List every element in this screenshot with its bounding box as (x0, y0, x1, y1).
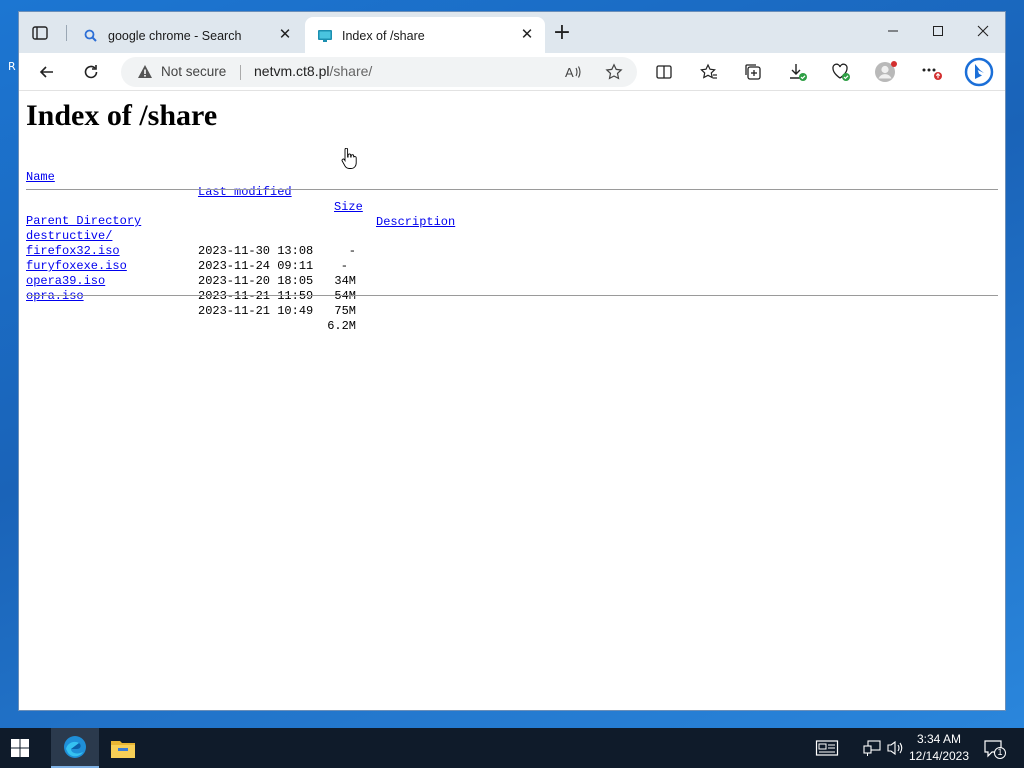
browser-toolbar: Not secure netvm.ct8.pl/share/ A (19, 53, 1005, 91)
more-options-icon[interactable] (920, 60, 944, 84)
tab-title: Index of /share (342, 29, 425, 43)
address-bar[interactable]: Not secure netvm.ct8.pl/share/ A (121, 57, 637, 87)
refresh-button[interactable] (79, 60, 103, 84)
address-divider (240, 65, 241, 80)
news-widget-icon[interactable] (815, 738, 839, 758)
clock-time: 3:34 AM (916, 732, 962, 746)
close-window-button[interactable] (961, 20, 1005, 46)
url-host: netvm.ct8.pl (254, 63, 330, 79)
tab-google-search[interactable]: google chrome - Search ✕ (71, 17, 303, 53)
file-explorer-icon[interactable] (99, 728, 147, 768)
notification-center-icon[interactable]: 1 (983, 738, 1007, 759)
table-row: furyfoxexe.iso 2023-11-20 18:05 54M (26, 244, 366, 303)
url-path: /share/ (329, 63, 373, 79)
volume-icon[interactable] (885, 738, 905, 758)
file-modified: 2023-11-21 10:49 (198, 304, 314, 318)
tab-separator (66, 25, 67, 41)
page-title: Index of /share (26, 99, 218, 132)
new-tab-button[interactable]: + (552, 22, 572, 44)
tab-title: google chrome - Search (108, 29, 242, 43)
browser-window: google chrome - Search ✕ Index of /share… (18, 11, 1006, 711)
table-row: firefox32.iso 2023-11-24 09:11 34M (26, 229, 366, 288)
table-row: destructive/ 2023-11-30 13:08 - (26, 214, 366, 273)
bing-copilot-icon[interactable] (963, 56, 995, 88)
system-clock[interactable]: 3:34 AM 12/14/2023 (906, 731, 972, 765)
security-label[interactable]: Not secure (161, 64, 226, 79)
split-screen-icon[interactable] (652, 60, 676, 84)
notification-count: 1 (997, 747, 1003, 757)
listing-header: Name Last modified Size Description (26, 155, 455, 229)
file-modified: 2023-11-21 11:59 (198, 289, 314, 303)
favorites-icon[interactable] (697, 60, 721, 84)
table-row: opera39.iso 2023-11-21 11:59 75M (26, 259, 366, 318)
file-link-opra[interactable]: opra.iso (26, 289, 84, 304)
monitor-icon (317, 28, 333, 44)
warning-icon[interactable] (137, 64, 153, 84)
downloads-icon[interactable] (786, 60, 810, 84)
desktop-edge-text: R (8, 60, 16, 73)
clock-date: 12/14/2023 (908, 749, 970, 763)
url-text[interactable]: netvm.ct8.pl/share/ (254, 63, 372, 79)
svg-text:A: A (565, 65, 574, 80)
hand-cursor-icon (341, 147, 357, 174)
network-icon[interactable] (862, 738, 882, 758)
taskbar: 3:34 AM 12/14/2023 1 (0, 728, 1024, 768)
page-content: Index of /share Name Last modified Size … (19, 91, 1005, 710)
maximize-button[interactable] (916, 20, 960, 46)
column-name-link[interactable]: Name (26, 170, 55, 185)
tab-close-icon[interactable]: ✕ (275, 25, 295, 45)
browser-essentials-icon[interactable] (829, 60, 853, 84)
tab-close-icon[interactable]: ✕ (517, 25, 537, 45)
read-aloud-icon[interactable]: A (561, 60, 585, 84)
header-divider (26, 189, 998, 190)
table-row: opra.iso 2023-11-21 10:49 6.2M (26, 274, 366, 333)
column-modified-link[interactable]: Last modified (198, 185, 292, 200)
minimize-button[interactable] (871, 20, 915, 46)
edge-icon[interactable] (51, 728, 99, 768)
collections-icon[interactable] (741, 60, 765, 84)
search-icon (83, 28, 99, 44)
favorite-star-icon[interactable] (602, 60, 626, 84)
footer-divider (26, 295, 998, 296)
tab-actions-icon[interactable] (31, 24, 49, 42)
tab-strip: google chrome - Search ✕ Index of /share… (19, 12, 1005, 53)
tab-index-share[interactable]: Index of /share ✕ (305, 17, 545, 53)
profile-avatar[interactable] (874, 60, 898, 84)
file-size: 6.2M (327, 319, 356, 333)
column-description-link[interactable]: Description (376, 215, 455, 230)
table-row: Parent Directory - (26, 199, 366, 258)
back-button[interactable] (35, 60, 59, 84)
windows-start-icon[interactable] (10, 738, 30, 758)
